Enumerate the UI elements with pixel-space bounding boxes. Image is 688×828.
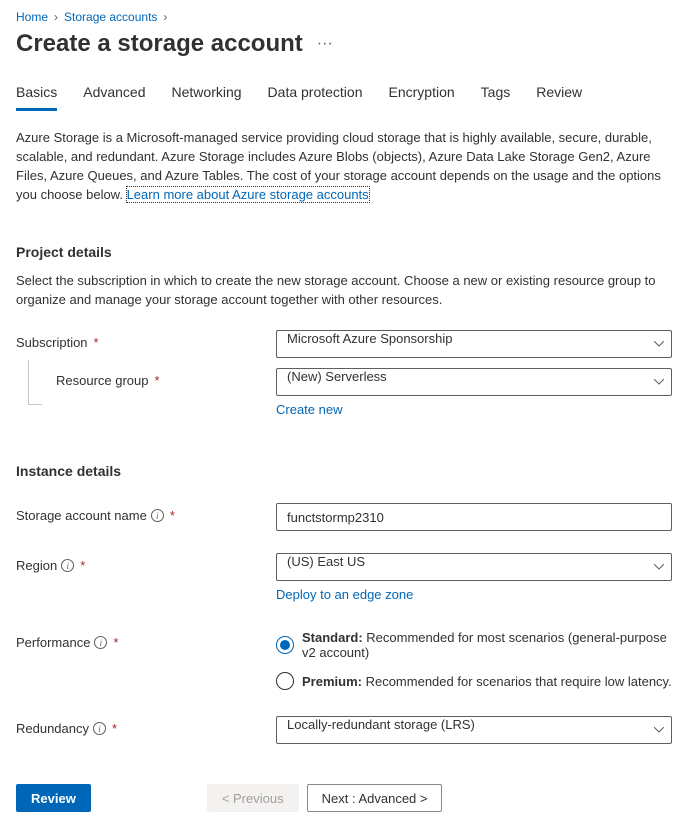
info-icon[interactable]: i (151, 509, 164, 522)
info-icon[interactable]: i (93, 722, 106, 735)
performance-standard-label: Standard: Recommended for most scenarios… (302, 630, 672, 660)
tab-data-protection[interactable]: Data protection (268, 80, 363, 111)
tree-connector (16, 368, 48, 417)
tab-review[interactable]: Review (536, 80, 582, 111)
storage-account-name-label: Storage account name i * (16, 503, 276, 523)
tab-tags[interactable]: Tags (481, 80, 511, 111)
resource-group-label: Resource group* (56, 368, 276, 388)
breadcrumb-separator: › (163, 10, 167, 24)
radio-checked-icon (276, 636, 294, 654)
subscription-label: Subscription* (16, 330, 276, 350)
tabs-nav: Basics Advanced Networking Data protecti… (16, 80, 672, 111)
tab-basics[interactable]: Basics (16, 80, 57, 111)
performance-standard-radio[interactable]: Standard: Recommended for most scenarios… (276, 630, 672, 660)
breadcrumb-separator: › (54, 10, 58, 24)
region-label: Region i * (16, 553, 276, 573)
intro-text: Azure Storage is a Microsoft-managed ser… (16, 129, 672, 204)
breadcrumb: Home › Storage accounts › (16, 10, 672, 24)
tab-encryption[interactable]: Encryption (389, 80, 455, 111)
performance-premium-radio[interactable]: Premium: Recommended for scenarios that … (276, 672, 672, 690)
review-button[interactable]: Review (16, 784, 91, 812)
info-icon[interactable]: i (94, 636, 107, 649)
performance-premium-label: Premium: Recommended for scenarios that … (302, 674, 672, 689)
performance-label: Performance i * (16, 630, 276, 650)
next-button[interactable]: Next : Advanced > (307, 784, 443, 812)
project-details-desc: Select the subscription in which to crea… (16, 272, 672, 310)
subscription-select[interactable]: Microsoft Azure Sponsorship (276, 330, 672, 358)
tab-networking[interactable]: Networking (172, 80, 242, 111)
radio-unchecked-icon (276, 672, 294, 690)
previous-button: < Previous (207, 784, 299, 812)
deploy-edge-zone-link[interactable]: Deploy to an edge zone (276, 587, 413, 602)
learn-more-link[interactable]: Learn more about Azure storage accounts (127, 187, 369, 202)
redundancy-label: Redundancy i * (16, 716, 276, 736)
breadcrumb-storage-accounts[interactable]: Storage accounts (64, 10, 157, 24)
tab-advanced[interactable]: Advanced (83, 80, 145, 111)
breadcrumb-home[interactable]: Home (16, 10, 48, 24)
more-actions-button[interactable]: ··· (313, 35, 337, 53)
instance-details-heading: Instance details (16, 463, 672, 479)
footer-bar: Review < Previous Next : Advanced > (16, 784, 672, 812)
redundancy-select[interactable]: Locally-redundant storage (LRS) (276, 716, 672, 744)
info-icon[interactable]: i (61, 559, 74, 572)
resource-group-select[interactable]: (New) Serverless (276, 368, 672, 396)
region-select[interactable]: (US) East US (276, 553, 672, 581)
page-title: Create a storage account (16, 30, 303, 58)
create-new-link[interactable]: Create new (276, 402, 342, 417)
storage-account-name-input[interactable] (276, 503, 672, 531)
project-details-heading: Project details (16, 244, 672, 260)
